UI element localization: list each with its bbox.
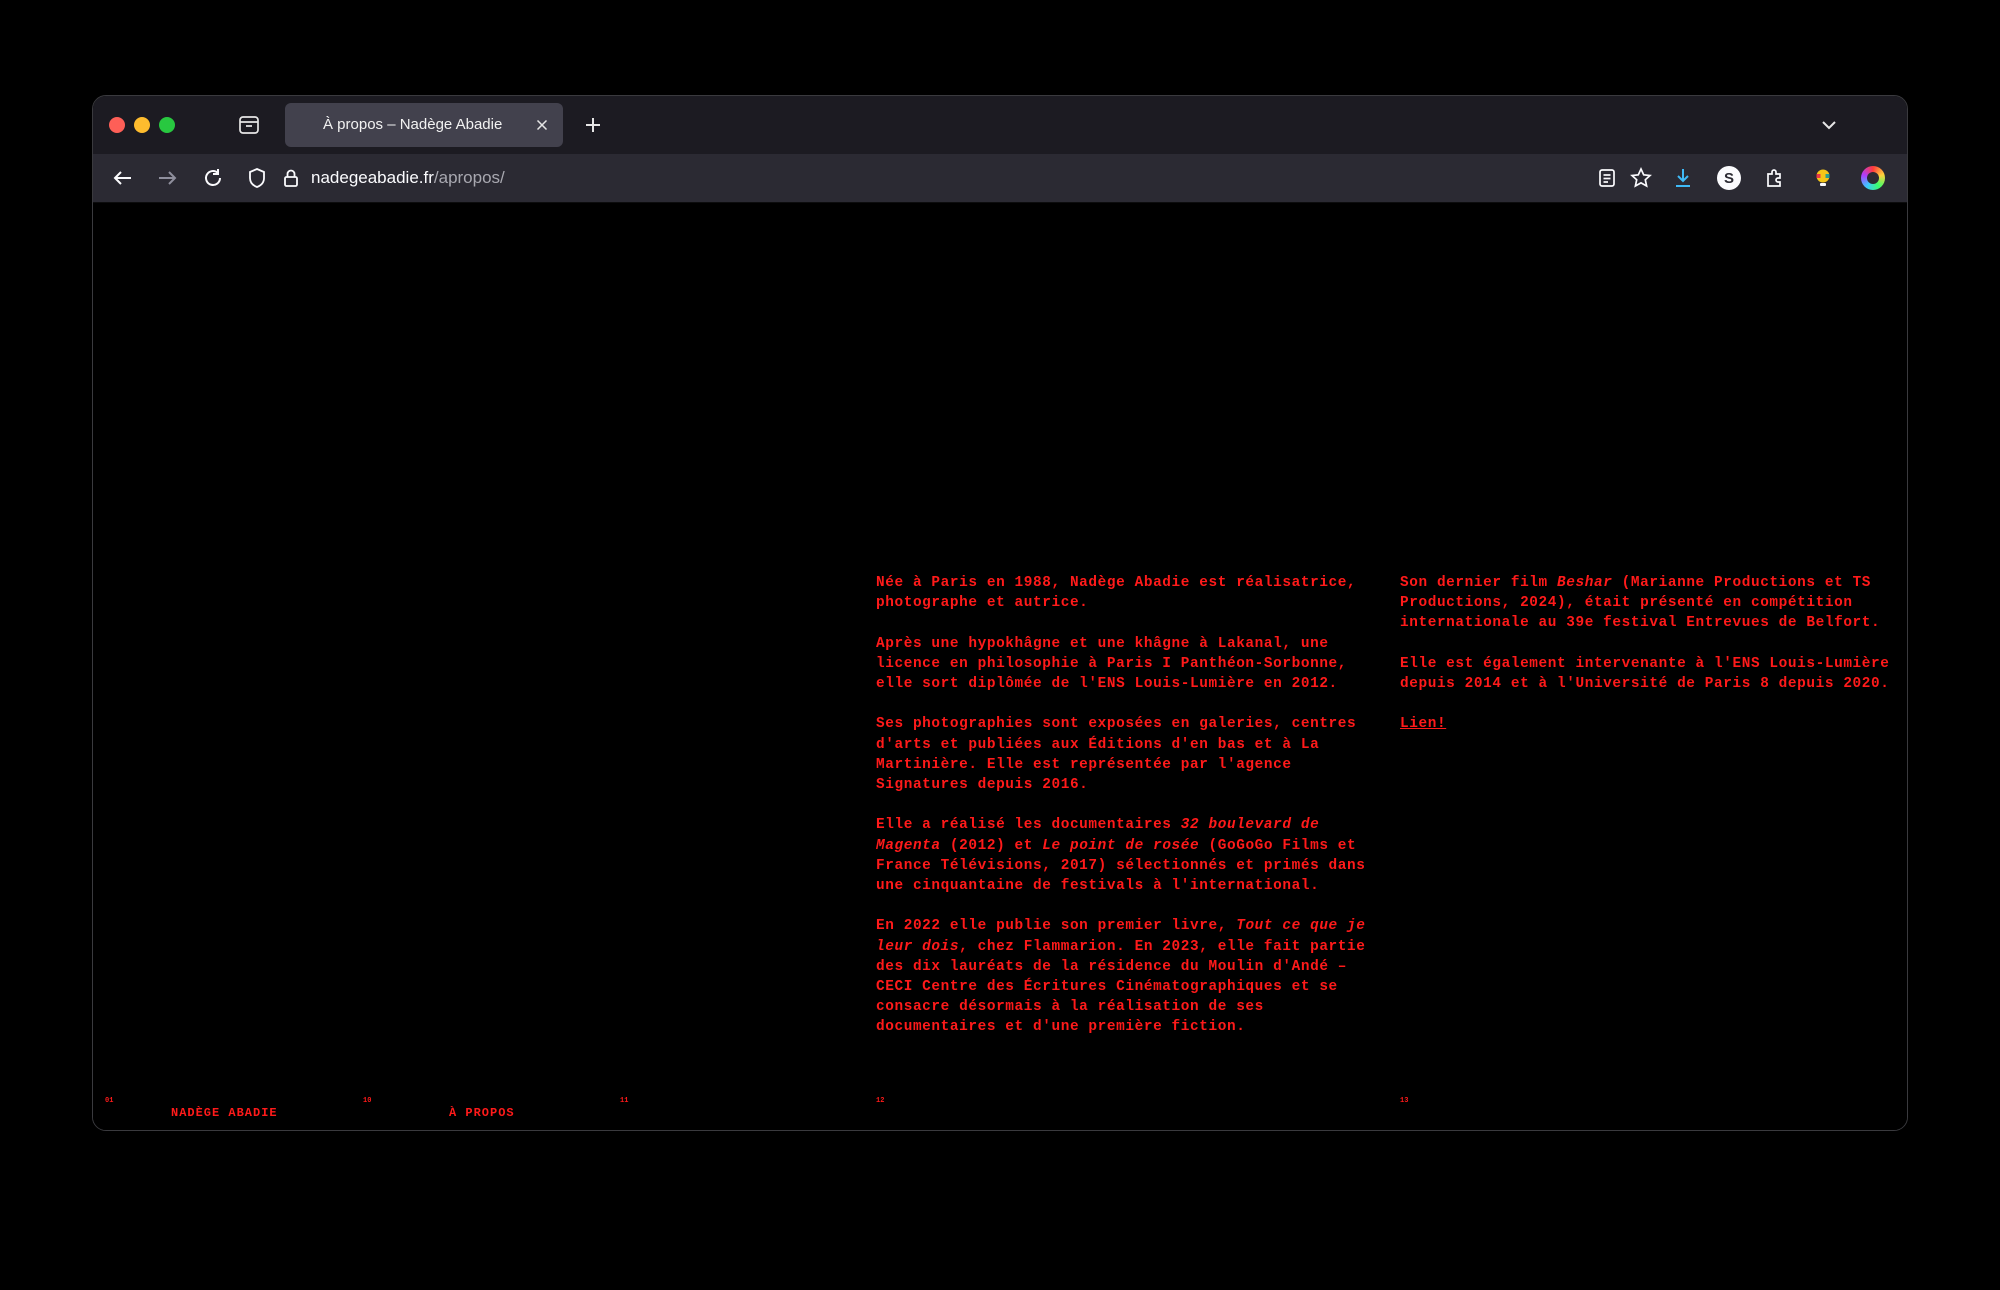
nav-link-apropos[interactable]: À PROPOS <box>449 1106 515 1120</box>
extensions-puzzle-icon[interactable] <box>1763 166 1787 190</box>
bio-left-column: Née à Paris en 1988, Nadège Abadie est r… <box>876 573 1378 1058</box>
footer-number: 01 <box>105 1097 114 1105</box>
url-path: /apropos/ <box>433 168 505 187</box>
film-title: Le point de rosée <box>1042 837 1200 854</box>
text-run: Elle a réalisé les documentaires <box>876 817 1181 834</box>
tab-title: À propos – Nadège Abadie <box>323 116 503 133</box>
reader-mode-icon[interactable] <box>1595 166 1619 190</box>
url-domain: nadegeabadie.fr <box>311 168 434 187</box>
zoom-window-button[interactable] <box>159 117 175 133</box>
url-text[interactable]: nadegeabadie.fr/apropos/ <box>311 168 505 188</box>
bio-paragraph-7: Elle est également intervenante à l'ENS … <box>1400 655 1890 692</box>
url-bar[interactable]: nadegeabadie.fr/apropos/ <box>243 160 1652 196</box>
bio-right-column: Son dernier film Beshar (Marianne Produc… <box>1400 573 1900 755</box>
chevron-down-icon[interactable] <box>1817 113 1841 137</box>
extension-bulb-icon[interactable] <box>1811 166 1835 190</box>
text-run: Son dernier film <box>1400 575 1558 591</box>
forward-arrow-icon[interactable] <box>155 166 179 190</box>
bio-paragraph-2: Après une hypokhâgne et une khâgne à Lak… <box>876 635 1348 692</box>
footer-number: 13 <box>1400 1097 1409 1105</box>
plus-icon[interactable] <box>581 113 605 137</box>
bio-paragraph-1: Née à Paris en 1988, Nadège Abadie est r… <box>876 575 1357 612</box>
footer-number: 11 <box>620 1097 629 1105</box>
bio-paragraph-5: En 2022 elle publie son premier livre, T… <box>876 916 1378 1037</box>
close-window-button[interactable] <box>109 117 125 133</box>
page-content: Née à Paris en 1988, Nadège Abadie est r… <box>93 203 1907 1130</box>
bio-paragraph-6: Son dernier film Beshar (Marianne Produc… <box>1400 573 1900 634</box>
active-tab[interactable]: À propos – Nadège Abadie <box>285 103 563 147</box>
close-icon[interactable] <box>533 116 551 134</box>
title-bar: À propos – Nadège Abadie <box>93 96 1907 154</box>
download-icon[interactable] <box>1671 166 1695 190</box>
back-arrow-icon[interactable] <box>111 166 135 190</box>
navigation-toolbar: nadegeabadie.fr/apropos/ S uO <box>93 154 1907 203</box>
text-run: (2012) et <box>940 837 1043 854</box>
bio-link-paragraph: Lien! <box>1400 714 1900 734</box>
film-title: Beshar <box>1557 575 1613 591</box>
extension-color-icon[interactable] <box>1861 166 1885 190</box>
shield-icon[interactable] <box>245 166 269 190</box>
lien-link[interactable]: Lien! <box>1400 716 1446 732</box>
reload-icon[interactable] <box>201 166 225 190</box>
nav-link-home[interactable]: NADÈGE ABADIE <box>171 1106 278 1120</box>
text-run: En 2022 elle publie son premier livre, <box>876 918 1237 935</box>
tab-overview-icon[interactable] <box>237 113 261 137</box>
extension-s-icon[interactable]: S <box>1717 166 1741 190</box>
footer-number: 12 <box>876 1097 885 1105</box>
bio-paragraph-4: Elle a réalisé les documentaires 32 boul… <box>876 815 1378 896</box>
browser-window: À propos – Nadège Abadie nadegeabadie.fr… <box>92 95 1908 1131</box>
footer-number: 10 <box>363 1097 372 1105</box>
bookmark-star-icon[interactable] <box>1629 166 1653 190</box>
lock-icon[interactable] <box>279 166 303 190</box>
bio-paragraph-3: Ses photographies sont exposées en galer… <box>876 716 1357 793</box>
svg-text:S: S <box>1724 170 1734 187</box>
minimize-window-button[interactable] <box>134 117 150 133</box>
